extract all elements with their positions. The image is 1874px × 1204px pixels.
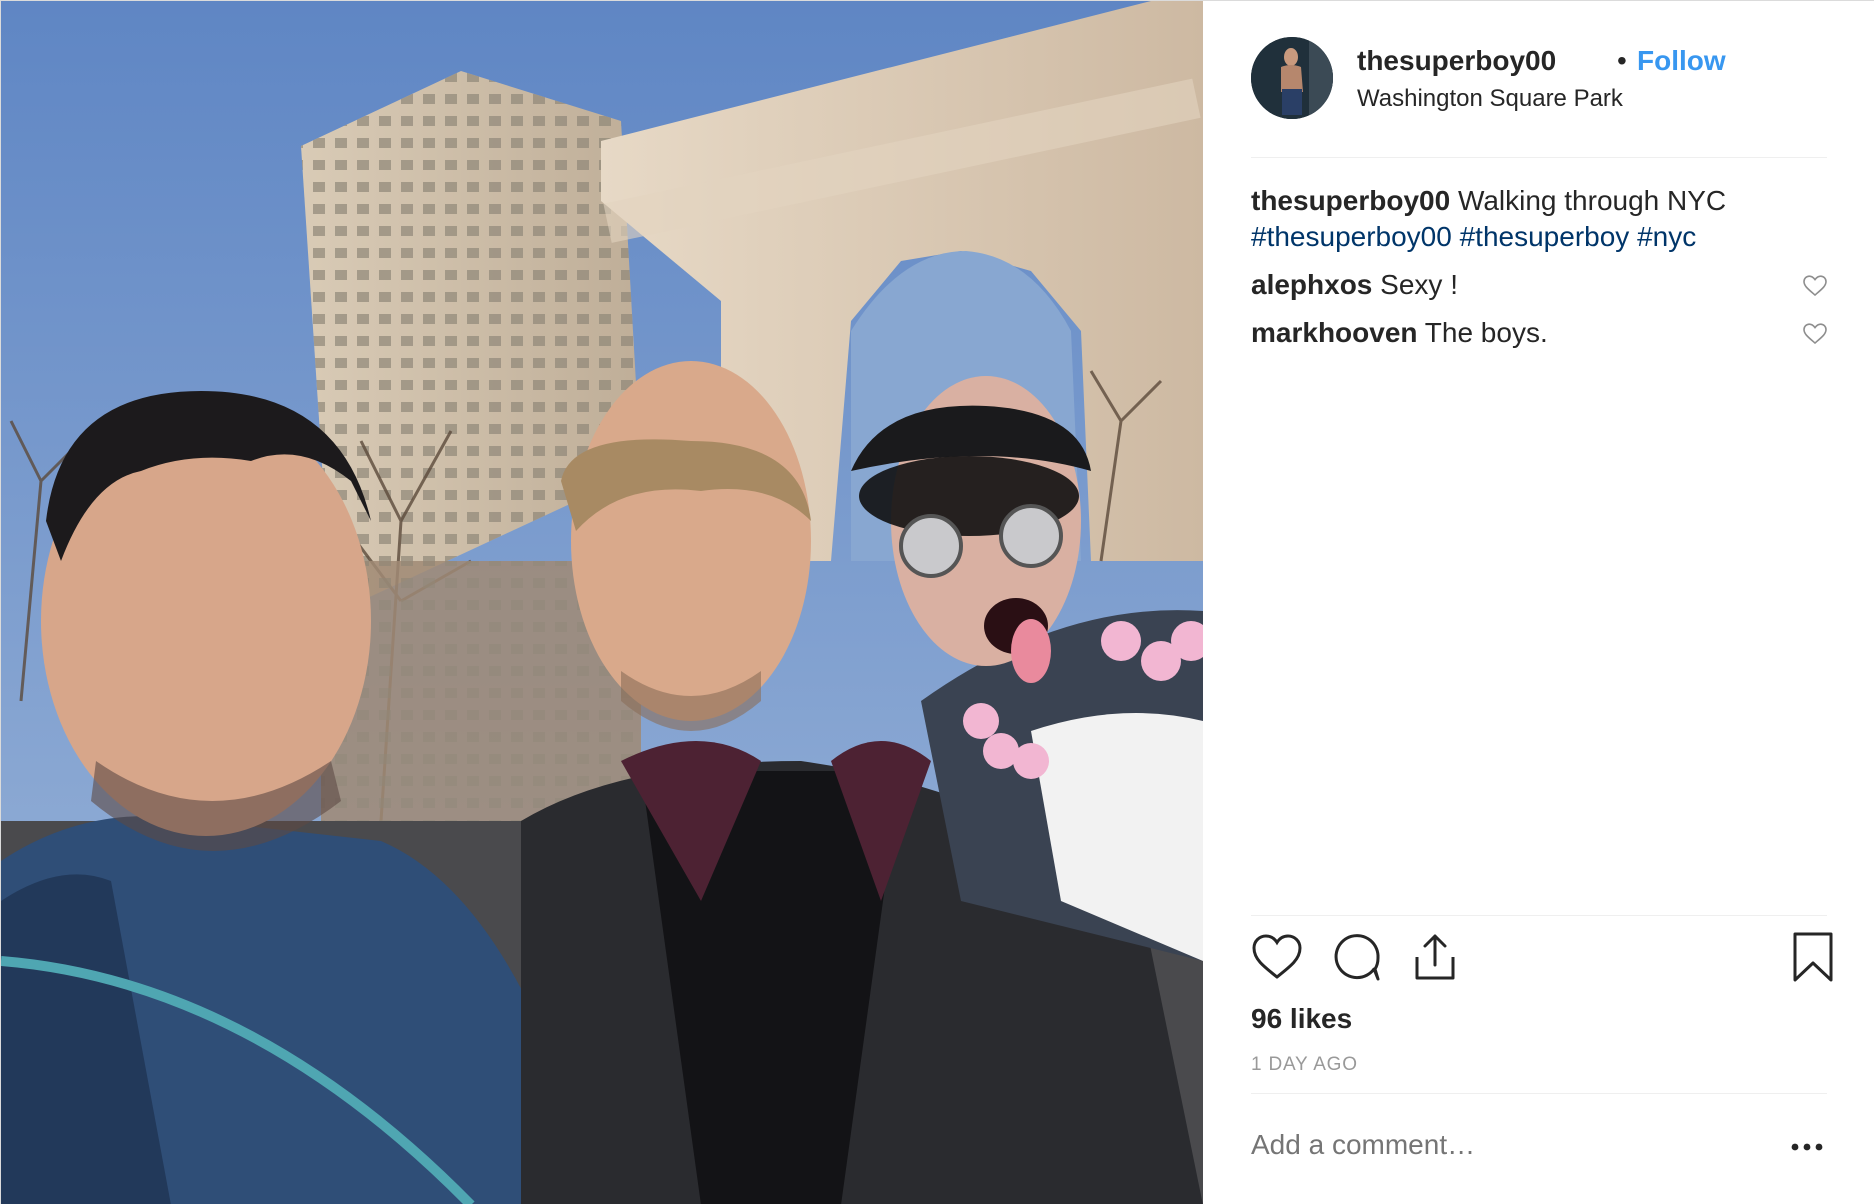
comment-item: alephxos Sexy !	[1251, 267, 1827, 303]
post-timestamp[interactable]: 1 DAY AGO	[1251, 1054, 1358, 1076]
separator-dot: •	[1617, 45, 1627, 76]
hashtag-link[interactable]: #thesuperboy00	[1251, 221, 1452, 252]
hashtag-link[interactable]: #nyc	[1637, 221, 1696, 252]
post-details-panel: thesuperboy00 • Follow Washington Square…	[1203, 1, 1874, 1204]
comment-text: Sexy !	[1380, 269, 1458, 300]
post-photo[interactable]	[1, 1, 1203, 1204]
avatar[interactable]	[1251, 37, 1333, 119]
more-options-icon[interactable]	[1787, 1137, 1827, 1157]
heart-icon[interactable]	[1251, 931, 1303, 983]
add-comment-input[interactable]	[1251, 1129, 1721, 1161]
location-link[interactable]: Washington Square Park	[1357, 85, 1623, 113]
share-icon[interactable]	[1409, 931, 1461, 983]
caption-text: Walking through NYC	[1457, 185, 1727, 216]
post-dialog: thesuperboy00 • Follow Washington Square…	[0, 0, 1874, 1204]
likes-count[interactable]: 96 likes	[1251, 1003, 1352, 1035]
bookmark-icon[interactable]	[1787, 931, 1839, 983]
post-actions	[1251, 931, 1833, 991]
selfie-photo-image	[1, 1, 1203, 1204]
hashtag-link[interactable]: #thesuperboy	[1460, 221, 1630, 252]
header-divider	[1251, 157, 1827, 158]
post-username[interactable]: thesuperboy00	[1357, 45, 1556, 77]
comment-text: The boys.	[1424, 317, 1548, 348]
comment-item: markhooven The boys.	[1251, 315, 1827, 351]
comment-username[interactable]: alephxos	[1251, 269, 1372, 300]
follow-button[interactable]: Follow	[1637, 45, 1726, 77]
small-heart-icon[interactable]	[1803, 323, 1827, 345]
comment-username[interactable]: markhooven	[1251, 317, 1418, 348]
actions-divider	[1251, 915, 1827, 916]
small-heart-icon[interactable]	[1803, 275, 1827, 297]
post-caption: thesuperboy00 Walking through NYC #thesu…	[1251, 183, 1827, 255]
comment-divider	[1251, 1093, 1827, 1094]
caption-username[interactable]: thesuperboy00	[1251, 185, 1450, 216]
post-header: thesuperboy00 • Follow Washington Square…	[1251, 37, 1827, 159]
comments-list: thesuperboy00 Walking through NYC #thesu…	[1251, 183, 1827, 351]
comment-bubble-icon[interactable]	[1331, 931, 1383, 983]
